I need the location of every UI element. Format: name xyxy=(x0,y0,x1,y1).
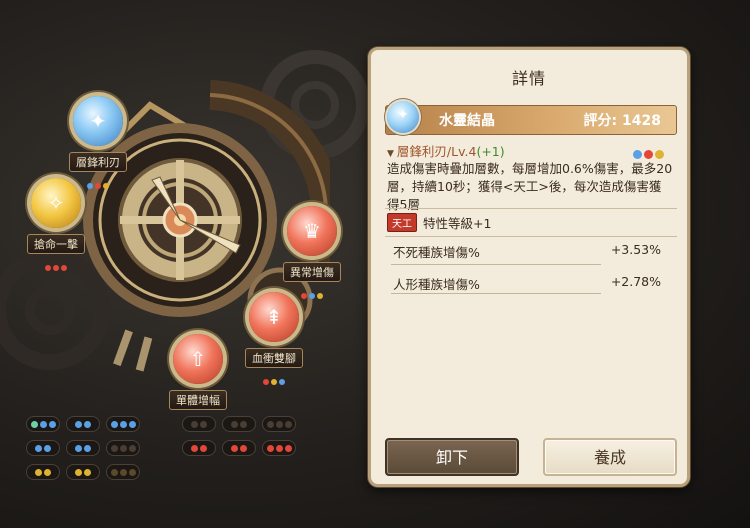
slot[interactable] xyxy=(106,464,140,480)
crown-icon: ♛ xyxy=(287,206,337,256)
strike-icon: ✧ xyxy=(31,178,81,228)
divider xyxy=(385,236,677,237)
single-boost-icon: ⇧ xyxy=(173,334,223,384)
trait-text: 特性等級+1 xyxy=(423,215,492,231)
stat-value: +2.78% xyxy=(610,274,661,289)
slot-row xyxy=(26,416,140,432)
slot-row xyxy=(26,464,140,480)
divider xyxy=(391,293,601,294)
node-label: 搶命一擊 xyxy=(27,234,85,254)
skill-bonus: (+1) xyxy=(476,144,505,159)
blade-icon: ✦ xyxy=(73,96,123,146)
stat-row: 人形種族增傷% +2.78% xyxy=(387,272,669,292)
develop-button[interactable]: 養成 xyxy=(543,438,677,476)
skill-title[interactable]: ▼ 層鋒利刃/Lv.4(+1) xyxy=(387,141,505,160)
gear-device: ✦ 層鋒利刃 ✧ 搶命一擊 ♛ 異常增傷 ⇞ 血衝雙腳 ⇧ 單體增幅 xyxy=(0,0,370,528)
node-label: 層鋒利刃 xyxy=(69,152,127,172)
node-crown[interactable]: ♛ 異常增傷 xyxy=(282,206,342,299)
slot[interactable] xyxy=(262,416,296,432)
node-dots xyxy=(26,256,86,271)
node-double-strike[interactable]: ⇞ 血衝雙腳 xyxy=(242,292,306,385)
trait-badge: 天工 xyxy=(387,212,417,232)
skill-description: 造成傷害時疊加層數，每層增加0.6%傷害，最多20層，持續10秒；獲得<天工>後… xyxy=(387,161,673,212)
node-strike[interactable]: ✧ 搶命一擊 xyxy=(26,178,86,271)
trait-row: 天工 特性等級+1 xyxy=(387,212,491,232)
slot[interactable] xyxy=(26,416,60,432)
skill-name: 層鋒利刃/Lv.4 xyxy=(396,144,477,159)
panel-title: 詳情 xyxy=(511,69,546,88)
node-label: 血衝雙腳 xyxy=(245,348,303,368)
slot[interactable] xyxy=(222,416,256,432)
double-strike-icon: ⇞ xyxy=(249,292,299,342)
slot[interactable] xyxy=(182,440,216,456)
divider xyxy=(385,208,677,209)
slot[interactable] xyxy=(262,440,296,456)
stat-label: 不死種族增傷% xyxy=(393,245,480,260)
divider xyxy=(391,264,601,265)
slot-row xyxy=(182,440,296,456)
score-value: 1428 xyxy=(622,113,661,129)
slot[interactable] xyxy=(222,440,256,456)
caret-down-icon: ▼ xyxy=(387,149,394,159)
node-blade[interactable]: ✦ 層鋒利刃 xyxy=(68,96,128,189)
stat-row: 不死種族增傷% +3.53% xyxy=(387,240,669,260)
slot[interactable] xyxy=(66,416,100,432)
crystal-icon: ✦ xyxy=(387,101,419,133)
node-dots xyxy=(282,284,342,299)
item-name: 水靈結晶 xyxy=(439,113,495,129)
node-label: 異常增傷 xyxy=(283,262,341,282)
node-single-boost[interactable]: ⇧ 單體增幅 xyxy=(166,334,230,427)
stat-value: +3.53% xyxy=(610,242,661,257)
item-score: 評分: 1428 xyxy=(584,110,661,130)
node-label: 單體增幅 xyxy=(169,390,227,410)
detail-panel: 詳情 ✦ 水靈結晶 評分: 1428 ▼ 層鋒利刃/Lv.4(+1) 造成傷害時疊… xyxy=(368,47,690,487)
slot-row xyxy=(26,440,140,456)
slot[interactable] xyxy=(66,440,100,456)
slot[interactable] xyxy=(66,464,100,480)
score-label: 評分: xyxy=(583,113,618,129)
slot[interactable] xyxy=(182,416,216,432)
stat-label: 人形種族增傷% xyxy=(393,277,480,292)
slot[interactable] xyxy=(26,464,60,480)
node-dots xyxy=(242,370,306,385)
slot[interactable] xyxy=(26,440,60,456)
slot-row xyxy=(182,416,296,432)
slot[interactable] xyxy=(106,440,140,456)
unequip-button[interactable]: 卸下 xyxy=(385,438,519,476)
slot[interactable] xyxy=(106,416,140,432)
